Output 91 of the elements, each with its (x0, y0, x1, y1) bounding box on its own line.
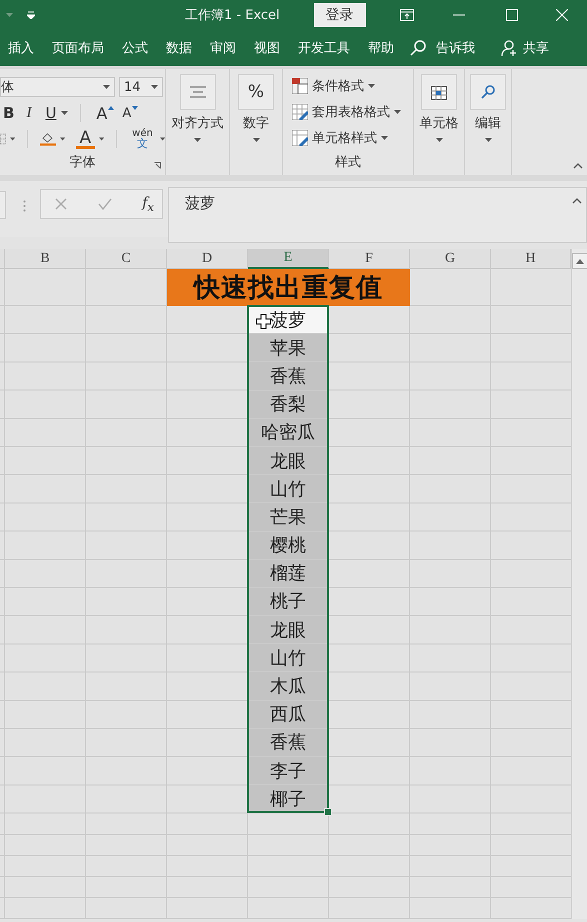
dropdown-caret-icon[interactable] (99, 137, 104, 141)
table-format-icon (292, 104, 308, 120)
table-cell: 西瓜 (248, 700, 329, 729)
style-menu-button[interactable]: 条件格式 (289, 74, 413, 98)
ribbon-tab[interactable]: 插入 (4, 36, 38, 60)
close-icon[interactable] (556, 9, 568, 21)
insert-function-button[interactable]: f$_{x}$ (142, 194, 154, 214)
style-menu-button[interactable]: 套用表格格式 (289, 100, 413, 124)
search-icon (481, 85, 495, 99)
style-menu-button[interactable]: 单元格样式 (289, 126, 413, 150)
bold-button[interactable]: B (0, 104, 18, 122)
phonetic-guide-button[interactable]: wén 文 (129, 129, 156, 149)
increase-font-button[interactable]: A (93, 104, 118, 122)
search-icon[interactable] (410, 40, 426, 56)
dropdown-caret-icon[interactable] (10, 137, 16, 141)
fill-handle[interactable] (324, 808, 332, 816)
table-cell: 山竹 (248, 644, 329, 672)
dropdown-caret-icon[interactable] (60, 137, 66, 141)
font-color-button[interactable]: A (76, 130, 96, 148)
caret-up-icon (108, 106, 114, 110)
editing-button[interactable]: 编辑 (472, 114, 504, 142)
group-label: 字体 (68, 154, 96, 172)
table-cell: 山竹 (248, 475, 329, 504)
table-cell: 樱桃 (248, 532, 329, 560)
title-cell: 快速找出重复值 (167, 269, 410, 306)
table-cell: 香蕉 (248, 728, 329, 757)
table-cell: 哈密瓜 (248, 418, 329, 447)
formula-input[interactable]: 菠萝 (168, 187, 587, 243)
dropdown-caret-icon[interactable] (61, 111, 68, 115)
table-cell: 香蕉 (248, 362, 329, 391)
cells-grid-icon (431, 84, 447, 100)
cell-style-icon (292, 130, 308, 146)
ribbon-tab[interactable]: 数据 (162, 36, 196, 60)
ribbon-tab[interactable]: 帮助 (364, 36, 398, 60)
font-size-dropdown[interactable]: 14 (119, 77, 163, 97)
dropdown-caret-icon[interactable] (368, 84, 375, 88)
cell-cursor-icon (256, 314, 271, 329)
underline-button[interactable]: U (42, 104, 60, 122)
group-label: 样式 (334, 154, 362, 172)
table-cell: 龙眼 (248, 616, 329, 644)
maximize-icon[interactable] (506, 9, 518, 21)
caret-down-icon (132, 106, 138, 110)
table-cell: 苹果 (248, 334, 329, 362)
table-cell: 龙眼 (248, 446, 329, 476)
decrease-font-button[interactable]: A (119, 106, 142, 120)
alignment-button[interactable]: 对齐方式 (168, 114, 226, 142)
ribbon-tab[interactable]: 公式 (118, 36, 152, 60)
dropdown-caret-icon[interactable] (194, 138, 201, 142)
conditional-format-icon (292, 78, 308, 94)
grip-icon[interactable] (23, 200, 26, 212)
column-header[interactable]: E (248, 249, 329, 269)
font-name-dropdown[interactable]: 体 (0, 77, 115, 97)
share-button[interactable]: 共享 (519, 36, 553, 60)
sign-in-button[interactable]: 登录 (314, 3, 366, 27)
table-cell: 香梨 (248, 390, 329, 419)
dropdown-caret-icon[interactable] (252, 138, 260, 142)
table-cell: 木瓜 (248, 672, 329, 701)
dropdown-caret-icon[interactable] (484, 138, 492, 142)
dropdown-caret-icon[interactable] (381, 136, 388, 140)
table-cell: 榴莲 (248, 560, 329, 588)
percent-icon: % (248, 82, 264, 102)
dropdown-caret-icon[interactable] (151, 85, 158, 89)
table-cell: 李子 (248, 757, 329, 786)
tell-me-button[interactable]: 告诉我 (432, 36, 479, 60)
vertical-scrollbar[interactable] (571, 249, 587, 919)
ribbon-tab[interactable]: 页面布局 (48, 36, 108, 60)
person-add-icon[interactable] (501, 40, 517, 56)
dropdown-caret-icon[interactable] (394, 110, 401, 114)
window-title: 工作簿1 - Excel (185, 7, 280, 24)
ribbon-tab[interactable]: 视图 (250, 36, 284, 60)
table-cell: 桃子 (248, 588, 329, 616)
ribbon-tab[interactable]: 开发工具 (294, 36, 354, 60)
collapse-ribbon-icon[interactable] (573, 163, 583, 169)
dropdown-caret-icon[interactable] (103, 85, 110, 89)
ribbon-display-icon[interactable] (400, 9, 414, 21)
column-header[interactable]: H (491, 249, 571, 269)
dropdown-caret-icon[interactable] (160, 137, 166, 141)
enter-check-icon[interactable] (98, 198, 112, 210)
scroll-up-icon[interactable] (576, 258, 584, 264)
customize-toolbar-icon[interactable] (27, 11, 35, 19)
table-cell: 芒果 (248, 503, 329, 532)
table-cell: 菠萝 (248, 306, 329, 334)
number-button[interactable]: 数字 (240, 114, 272, 142)
italic-button[interactable]: I (23, 104, 34, 122)
ribbon-tab[interactable]: 审阅 (206, 36, 240, 60)
expand-formula-icon[interactable] (572, 198, 582, 204)
border-icon[interactable] (0, 132, 6, 146)
dropdown-caret-icon[interactable] (436, 138, 442, 142)
dialog-launcher-icon[interactable] (154, 162, 161, 169)
align-center-icon (190, 86, 206, 98)
cells-button[interactable]: 单元格 (416, 114, 462, 142)
